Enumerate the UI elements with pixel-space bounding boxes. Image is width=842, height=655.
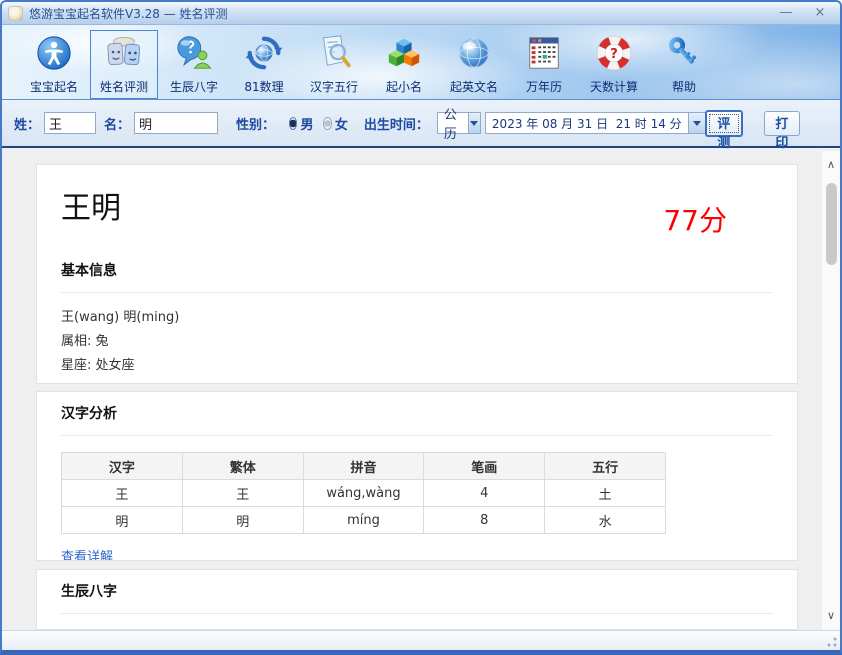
col-traditional: 繁体: [181, 452, 304, 480]
toolbar-item-help[interactable]: 帮助: [650, 30, 718, 99]
pinyin-line: 王(wang) 明(ming): [61, 310, 180, 325]
cell: 明: [61, 506, 183, 534]
scroll-down-icon[interactable]: ∨: [822, 609, 840, 623]
title-bar: 悠游宝宝起名软件V3.28 — 姓名评测 — ×: [2, 2, 840, 25]
calendar-icon: [511, 34, 577, 76]
cell: wáng,wàng: [302, 479, 425, 507]
surname-label: 姓：: [14, 117, 41, 133]
toolbar-item-day-calc[interactable]: ? 天数计算: [580, 30, 648, 99]
chevron-down-icon: [692, 120, 701, 126]
close-button[interactable]: ×: [806, 3, 834, 23]
query-form-bar: 姓： 名： 性别： 男 女 出生时间： 公历 2023 年 08 月 31 日 …: [2, 100, 840, 151]
col-strokes: 笔画: [423, 452, 546, 480]
toolbar-item-label: 天数计算: [589, 80, 638, 94]
score-value: 77分: [663, 204, 727, 237]
toolbar-item-label: 帮助: [671, 80, 696, 94]
chevron-down-icon: [470, 120, 479, 126]
gender-female-radio[interactable]: [323, 116, 332, 130]
birth-chart-icon: [161, 34, 227, 76]
table-row: 明 明 míng 8 水: [61, 506, 666, 534]
vertical-scrollbar[interactable]: ∧ ∨: [821, 151, 840, 630]
constellation-line: 星座: 处女座: [61, 358, 135, 373]
given-name-label: 名：: [104, 117, 131, 133]
surname-input[interactable]: [44, 112, 97, 134]
view-detail-link[interactable]: 查看详解: [61, 546, 113, 560]
toolbar-item-numerology[interactable]: 81数理: [230, 30, 298, 99]
col-hanzi: 汉字: [61, 452, 183, 480]
name-test-icon: [91, 34, 157, 76]
toolbar-item-birth-chart[interactable]: 生辰八字: [160, 30, 228, 99]
day-calc-icon: ?: [581, 34, 647, 76]
scroll-up-icon[interactable]: ∧: [822, 158, 840, 172]
bazi-heading: 生辰八字: [61, 584, 773, 614]
birth-time-label: 出生时间：: [363, 117, 429, 133]
cell: 4: [423, 479, 546, 507]
english-name-icon: [441, 34, 507, 76]
basic-info-heading: 基本信息: [61, 263, 773, 293]
toolbar-item-label: 万年历: [525, 80, 562, 94]
toolbar-item-label: 起英文名: [449, 80, 498, 94]
numerology-icon: [231, 34, 297, 76]
given-name-input[interactable]: [134, 112, 219, 134]
gender-male-label: 男: [300, 117, 314, 133]
window-title: 悠游宝宝起名软件V3.28 — 姓名评测: [29, 6, 228, 21]
print-button[interactable]: 打印: [763, 110, 800, 151]
baby-naming-icon: [21, 34, 87, 76]
col-wuxing: 五行: [544, 452, 666, 480]
basic-info-card: 王明 77分 基本信息 王(wang) 明(ming) 属相: 兔 星座: 处女…: [36, 164, 798, 384]
scrollbar-thumb[interactable]: [826, 183, 837, 265]
cell: 王: [181, 479, 304, 507]
gender-label: 性别：: [236, 117, 276, 133]
toolbar-item-baby-naming[interactable]: 宝宝起名: [20, 30, 88, 99]
evaluate-button[interactable]: 评测: [705, 110, 742, 151]
toolbar-item-label: 汉字五行: [309, 80, 358, 94]
hanzi-wuxing-icon: [301, 34, 367, 76]
birth-datetime-value: 2023 年 08 月 31 日 21 时 14 分: [491, 116, 682, 131]
gender-female-label: 女: [334, 117, 348, 133]
table-row: 王 王 wáng,wàng 4 土: [61, 479, 666, 507]
app-window: 悠游宝宝起名软件V3.28 — 姓名评测 — × 宝宝起名 姓名评测 生辰八字: [0, 0, 842, 655]
cell: 土: [544, 479, 666, 507]
toolbar-item-label: 起小名: [385, 80, 422, 94]
bazi-card: 生辰八字 出生日期：2023年8月31日: [36, 569, 798, 630]
cell: míng: [302, 506, 425, 534]
gender-male-radio[interactable]: [289, 116, 298, 130]
minimize-button[interactable]: —: [772, 3, 800, 23]
nickname-icon: [371, 34, 437, 76]
resize-grip-icon[interactable]: [827, 637, 837, 647]
report-content: 王明 77分 基本信息 王(wang) 明(ming) 属相: 兔 星座: 处女…: [2, 151, 840, 630]
toolbar-item-name-test[interactable]: 姓名评测: [90, 30, 158, 99]
app-icon: [8, 5, 23, 21]
toolbar-item-label: 生辰八字: [169, 80, 218, 94]
hanzi-analysis-heading: 汉字分析: [61, 406, 773, 436]
hanzi-table: 汉字 繁体 拼音 笔画 五行 王 王 wáng,wàng 4 土 明 明 mín…: [61, 452, 666, 534]
cell: 8: [423, 506, 546, 534]
status-bar: [2, 630, 840, 650]
cell: 王: [61, 479, 183, 507]
calendar-type-select[interactable]: 公历: [436, 108, 481, 142]
toolbar-item-label: 宝宝起名: [29, 80, 78, 94]
help-key-icon: [651, 34, 717, 76]
birth-datetime-picker[interactable]: 2023 年 08 月 31 日 21 时 14 分: [484, 112, 706, 134]
zodiac-line: 属相: 兔: [61, 334, 109, 349]
toolbar-item-nickname[interactable]: 起小名: [370, 30, 438, 99]
hanzi-analysis-card: 汉字分析 汉字 繁体 拼音 笔画 五行 王 王 wáng,wàng 4 土 明 …: [36, 391, 798, 561]
table-header-row: 汉字 繁体 拼音 笔画 五行: [61, 452, 666, 480]
toolbar-item-hanzi-wuxing[interactable]: 汉字五行: [300, 30, 368, 99]
cell: 水: [544, 506, 666, 534]
calendar-type-value: 公历: [443, 108, 457, 142]
main-toolbar: 宝宝起名 姓名评测 生辰八字 81数理 汉字五行 起小名 起英文名 万年历 ? …: [2, 25, 840, 100]
col-pinyin: 拼音: [302, 452, 425, 480]
toolbar-item-label: 姓名评测: [99, 80, 148, 94]
toolbar-item-calendar[interactable]: 万年历: [510, 30, 578, 99]
svg-text:?: ?: [610, 47, 618, 62]
birth-datetime-dropdown-button[interactable]: [687, 113, 705, 133]
cell: 明: [181, 506, 304, 534]
calendar-type-dropdown-button[interactable]: [467, 113, 480, 133]
toolbar-item-english-name[interactable]: 起英文名: [440, 30, 508, 99]
toolbar-item-label: 81数理: [244, 80, 284, 94]
